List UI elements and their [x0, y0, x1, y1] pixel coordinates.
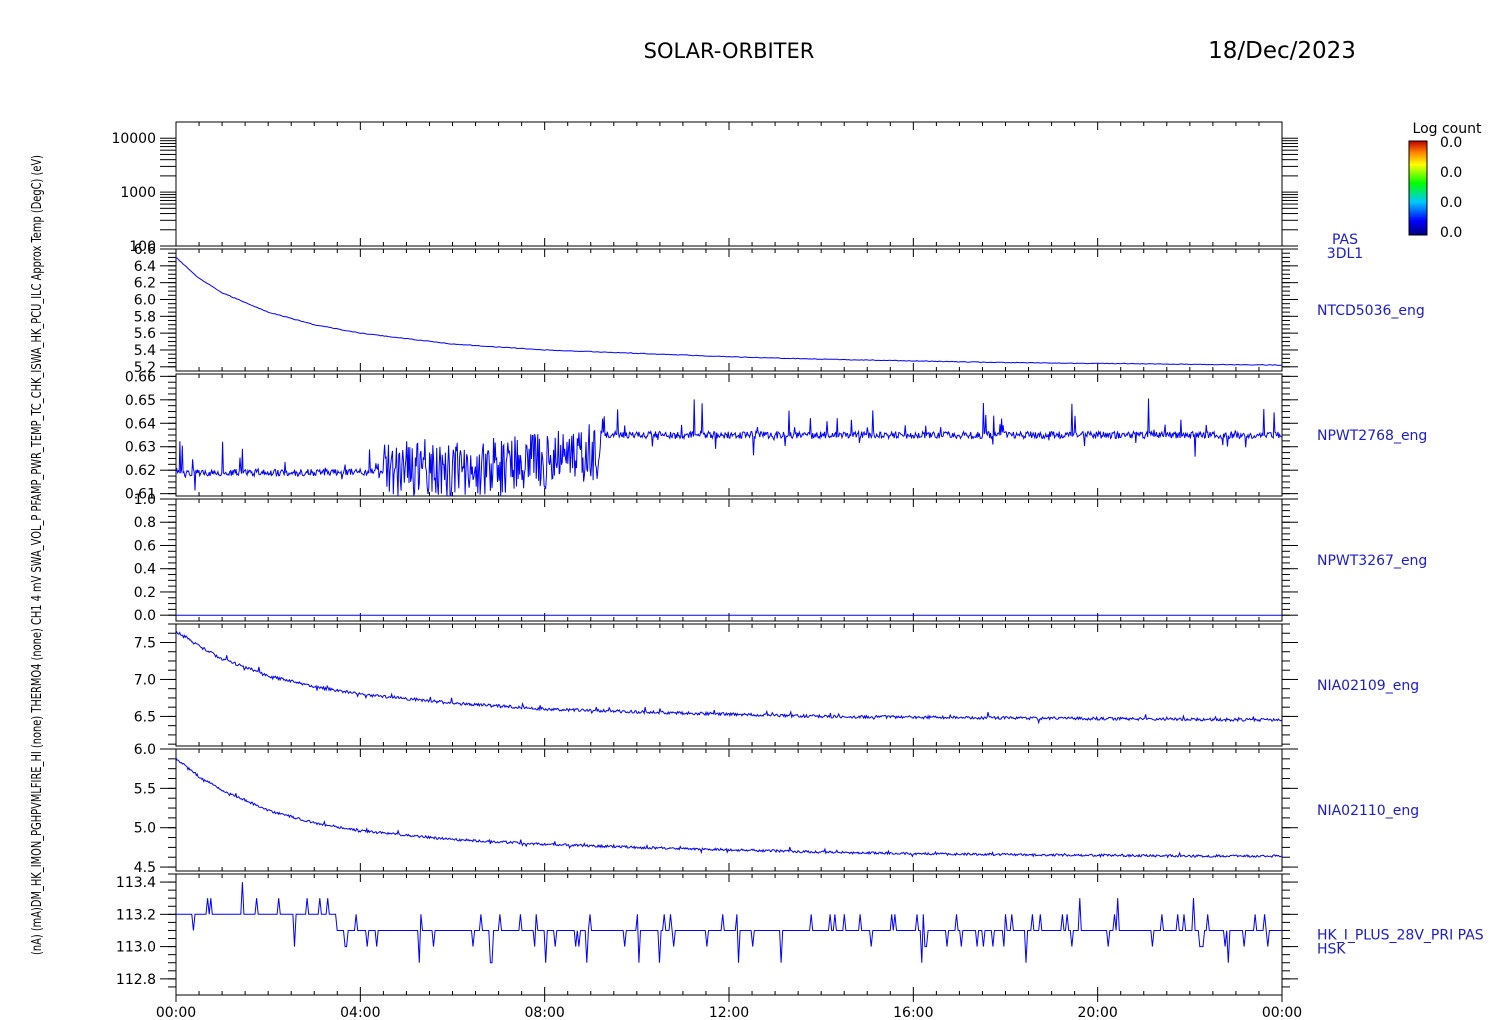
y-tick-label: 0.8 — [134, 515, 156, 531]
y-tick-label: 5.4 — [134, 343, 156, 359]
y-tick-label: 6.0 — [134, 292, 156, 308]
series-line — [175, 398, 1282, 497]
y-tick-label: 0.62 — [125, 463, 156, 479]
y-tick-label: 0.2 — [134, 585, 156, 601]
series-line — [176, 882, 1282, 964]
y-tick-label: 6.4 — [134, 259, 156, 275]
panel-frame — [175, 248, 1283, 372]
series-label: 3DL1 — [1327, 246, 1363, 262]
y-tick-label: 0.0 — [134, 608, 156, 624]
panel-5: 6.5 7.0 7.5 NIA02109_eng — [134, 623, 1419, 747]
time-axis: 00:00 04:00 08:00 12:00 16:00 20:00 00:00 — [156, 995, 1302, 1020]
x-tick-label: 12:00 — [709, 1005, 749, 1020]
x-tick-label: 00:00 — [1262, 1005, 1302, 1020]
y-tick-label: 6.0 — [134, 742, 156, 758]
y-tick-label: 10000 — [111, 131, 156, 147]
y-tick-label: 5.8 — [134, 309, 156, 325]
panel-frame — [175, 498, 1283, 622]
y-tick-label: 0.6 — [134, 538, 156, 554]
colorbar-tick: 0.0 — [1440, 165, 1462, 181]
panel-3: 0.610.620.630.640.650.66NPWT2768_eng — [125, 369, 1427, 502]
panel-6: 4.5 5.0 5.5 6.0 NIA02110_eng — [134, 742, 1419, 876]
y-tick-label: 6.6 — [134, 242, 156, 258]
panel-2: 5.25.45.65.86.06.26.46.6NTCD5036_eng — [134, 242, 1425, 376]
shared-y-axis-label: (nA) (mA)DM_HK_IMON_PGHPVMLFIRE_HI (none… — [30, 155, 45, 955]
y-tick-label: 0.63 — [125, 440, 156, 456]
series-line — [175, 256, 1283, 366]
x-tick-label: 16:00 — [893, 1005, 933, 1020]
stacked-time-series-figure: SOLAR-ORBITER 18/Dec/2023 (nA) (mA)DM_HK… — [30, 38, 1484, 1020]
panel-1: 100100010000PAS3DL1 — [111, 121, 1363, 262]
colorbar-tick: 0.0 — [1440, 135, 1462, 151]
series-line — [175, 757, 1283, 859]
y-tick-label: 113.2 — [116, 907, 156, 923]
y-tick-label: 113.4 — [116, 875, 156, 891]
y-tick-label: 7.5 — [134, 635, 156, 651]
y-tick-label: 4.5 — [134, 860, 156, 876]
y-tick-label: 5.6 — [134, 326, 156, 342]
y-tick-label: 1.0 — [134, 492, 156, 508]
y-tick-label: 0.66 — [125, 369, 156, 385]
panel-frame — [175, 623, 1283, 747]
colorbar-gradient — [1408, 140, 1428, 236]
y-tick-label: 0.4 — [134, 562, 156, 578]
series-label: NTCD5036_eng — [1317, 303, 1425, 319]
colorbar-tick: 0.0 — [1440, 195, 1462, 211]
y-tick-label: 5.0 — [134, 821, 156, 837]
colorbar-tick: 0.0 — [1440, 225, 1462, 241]
x-tick-label: 20:00 — [1077, 1005, 1117, 1020]
y-tick-label: 113.0 — [116, 940, 156, 956]
panel-7: 112.8113.0113.2113.4HK_I_PLUS_28V_PRI PA… — [116, 873, 1484, 996]
x-tick-label: 04:00 — [340, 1005, 380, 1020]
y-tick-label: 5.5 — [134, 781, 156, 797]
panels: 100100010000PAS3DL15.25.45.65.86.06.26.4… — [111, 121, 1484, 996]
series-label: NIA02109_eng — [1317, 678, 1419, 694]
y-tick-label: 6.5 — [134, 709, 156, 725]
y-tick-label: 0.65 — [125, 393, 156, 409]
figure-date: 18/Dec/2023 — [1208, 38, 1356, 64]
panel-frame — [175, 748, 1283, 872]
y-tick-label: 112.8 — [116, 972, 156, 988]
y-tick-label: 1000 — [120, 185, 156, 201]
series-label: NPWT2768_eng — [1317, 428, 1427, 444]
colorbar: Log count 0.0 0.0 0.0 0.0 — [1408, 121, 1482, 241]
series-label: NIA02110_eng — [1317, 803, 1419, 819]
y-tick-label: 7.0 — [134, 672, 156, 688]
y-tick-label: 0.64 — [125, 416, 156, 432]
x-tick-label: 00:00 — [156, 1005, 196, 1020]
panel-frame — [175, 873, 1283, 996]
y-tick-label: 6.2 — [134, 276, 156, 292]
series-label: NPWT3267_eng — [1317, 553, 1427, 569]
panel-frame — [175, 121, 1283, 247]
x-tick-label: 08:00 — [524, 1005, 564, 1020]
figure-title: SOLAR-ORBITER — [644, 39, 815, 63]
series-label: HSK — [1317, 942, 1346, 958]
panel-4: 0.0 0.2 0.4 0.6 0.8 1.0 NPWT3267_eng — [134, 492, 1428, 624]
series-line — [175, 630, 1283, 725]
